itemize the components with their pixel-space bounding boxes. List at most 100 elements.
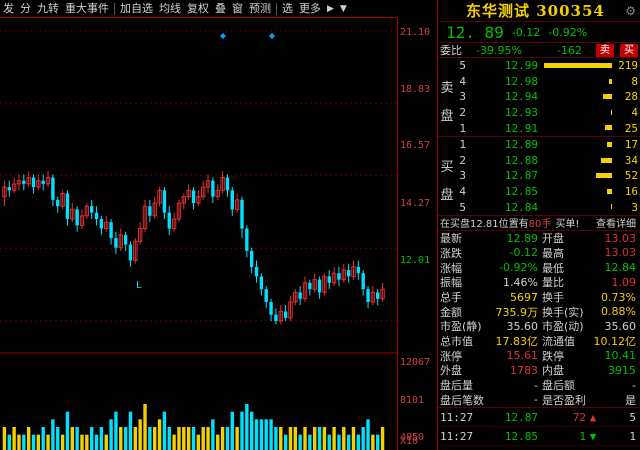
order-book-row[interactable]: 2 12.88 34: [438, 153, 640, 169]
candle-body[interactable]: [361, 273, 365, 290]
candle-body[interactable]: [346, 270, 351, 277]
volume-bar: [7, 434, 11, 450]
toolbar-item[interactable]: 均线: [156, 0, 184, 18]
candle-body[interactable]: [240, 199, 244, 229]
volume-bar: [138, 419, 142, 450]
candle-body[interactable]: [337, 273, 341, 280]
toolbar-item[interactable]: 加自选: [117, 0, 156, 18]
volume-bar: [371, 434, 375, 450]
view-details-link[interactable]: 查看详细: [596, 216, 640, 230]
more-arrow-icon[interactable]: ▶: [324, 4, 337, 14]
stat-label: 换手(实): [542, 305, 584, 319]
candle-body[interactable]: [308, 282, 312, 290]
toolbar-item[interactable]: 重大事件: [62, 0, 112, 18]
toolbar-item[interactable]: 叠: [212, 0, 229, 18]
candle-body[interactable]: [31, 177, 36, 188]
order-book-row[interactable]: 3 12.94 28: [438, 89, 640, 105]
candle-body[interactable]: [376, 292, 380, 299]
candle-body[interactable]: [264, 289, 268, 302]
candle-body[interactable]: [274, 314, 278, 322]
volume-bar-fill: [611, 204, 612, 210]
stat-label: 盘后笔数: [440, 393, 484, 407]
candle-body[interactable]: [89, 206, 94, 213]
candle-body[interactable]: [128, 244, 133, 261]
order-book-row[interactable]: 5 12.84 3: [438, 199, 640, 215]
book-volume-bar: [542, 105, 612, 121]
sell-button[interactable]: 卖: [596, 43, 614, 57]
volume-tick-label: 12067: [400, 357, 431, 368]
order-book-row[interactable]: 3 12.87 52: [438, 168, 640, 184]
sell-book-label: 盘: [440, 109, 454, 124]
toolbar-item[interactable]: 更多: [296, 0, 324, 18]
candle-body[interactable]: [249, 250, 254, 267]
candle-body[interactable]: [41, 180, 45, 184]
order-book-row[interactable]: 5 12.99 219: [438, 58, 640, 74]
last-price: 12. 89: [446, 22, 504, 42]
candle-body[interactable]: [123, 234, 128, 245]
buy-button[interactable]: 买: [620, 43, 638, 57]
candle-body[interactable]: [22, 180, 26, 184]
candle-body[interactable]: [109, 222, 113, 239]
candle-body[interactable]: [317, 279, 322, 293]
candle-body[interactable]: [56, 199, 60, 207]
candle-body[interactable]: [245, 228, 249, 251]
candle-body[interactable]: [191, 190, 196, 204]
candle-body[interactable]: [225, 177, 230, 191]
toolbar-item[interactable]: 复权: [184, 0, 212, 18]
candle-body[interactable]: [51, 177, 55, 200]
candle-body[interactable]: [269, 301, 273, 315]
book-volume-bar: [542, 89, 612, 105]
book-price: 12.93: [504, 106, 538, 120]
dropdown-arrow-icon[interactable]: ▼: [337, 4, 350, 14]
candle-body[interactable]: [211, 180, 215, 197]
toolbar-item[interactable]: 选: [279, 0, 296, 18]
candle-body[interactable]: [230, 190, 234, 210]
gear-icon[interactable]: ⚙: [625, 4, 640, 18]
volume-bar: [26, 427, 31, 450]
candle-body[interactable]: [283, 311, 288, 318]
toolbar-item[interactable]: 九转: [34, 0, 62, 18]
candle-body[interactable]: [114, 238, 118, 248]
order-book-row[interactable]: 1 12.89 17: [438, 137, 640, 153]
order-book-row[interactable]: 4 12.85 16: [438, 184, 640, 200]
volume-bar: [380, 427, 385, 450]
candle-body[interactable]: [356, 266, 361, 274]
book-volume-bar: [542, 168, 612, 184]
candle-body[interactable]: [366, 289, 370, 302]
candle-body[interactable]: [65, 193, 70, 219]
toolbar-item[interactable]: 分: [17, 0, 34, 18]
toolbar-item[interactable]: 窗: [229, 0, 246, 18]
tick-volume: 1: [579, 429, 586, 443]
stat-value: -: [534, 378, 538, 392]
candle-body[interactable]: [99, 219, 104, 229]
stat-row: 外盘 1783 内盘 3915: [438, 363, 640, 378]
candle-body[interactable]: [259, 276, 264, 290]
tick-row[interactable]: 11:27 12.85 1 ▼ 1: [438, 427, 640, 447]
event-marker-icon[interactable]: [220, 33, 226, 39]
kline-chart[interactable]: L: [0, 18, 398, 450]
toolbar-item[interactable]: 预测: [246, 0, 274, 18]
candle-body[interactable]: [327, 276, 331, 283]
tick-list[interactable]: 11:27 12.87 72 ▲ 5 11:27 12.85 1 ▼ 1: [438, 408, 640, 447]
candle-body[interactable]: [7, 187, 11, 191]
candle-body[interactable]: [167, 212, 171, 229]
kline-chart-area[interactable]: L: [0, 18, 398, 450]
stat-row: 涨跌 -0.12 最高 13.03: [438, 246, 640, 261]
event-marker-icon[interactable]: [269, 33, 275, 39]
volume-bar: [313, 427, 317, 450]
book-volume-bar: [542, 153, 612, 169]
candle-body[interactable]: [162, 190, 167, 213]
candle-body[interactable]: [75, 209, 79, 226]
toolbar-item[interactable]: 发: [0, 0, 17, 18]
candle-body[interactable]: [254, 266, 259, 277]
volume-bar: [36, 434, 41, 450]
order-book-row[interactable]: 2 12.93 4: [438, 105, 640, 121]
candle-body[interactable]: [94, 212, 99, 219]
order-book-row[interactable]: 4 12.98 8: [438, 74, 640, 90]
tick-row[interactable]: 11:27 12.87 72 ▲ 5: [438, 408, 640, 428]
order-book-row[interactable]: 1 12.91 25: [438, 120, 640, 136]
candle-body[interactable]: [298, 292, 302, 299]
arrow-up-icon: ▲: [589, 410, 597, 424]
stat-value: 13.03: [604, 231, 637, 245]
candle-body[interactable]: [148, 206, 152, 216]
